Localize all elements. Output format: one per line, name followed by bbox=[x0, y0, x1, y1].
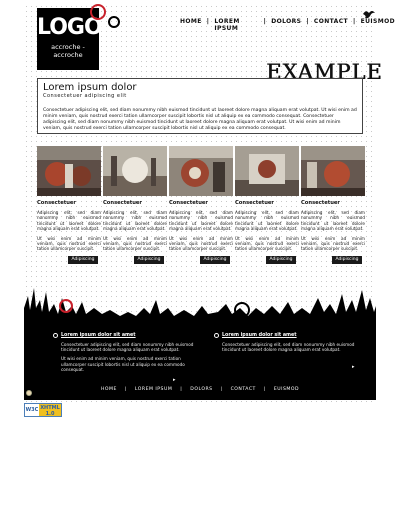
column-photo[interactable] bbox=[103, 146, 167, 196]
column-text: Ut wisi enim ad minim veniam, quis nostr… bbox=[301, 235, 365, 252]
nav-home[interactable]: HOME bbox=[175, 18, 207, 32]
footer: Lorem ipsum dolor sit amet Consectetuer … bbox=[24, 325, 376, 400]
feature-column: Consectetuer Adipiscing elit, sed diam n… bbox=[169, 146, 233, 264]
feature-column: Consectetuer Adipiscing elit, sed diam n… bbox=[235, 146, 299, 264]
footer-nav-separator: | bbox=[263, 387, 266, 392]
column-text: Adipiscing elit, sed diam nonummy nibh e… bbox=[37, 210, 101, 232]
footer-block-text: Consectetuer adipiscing elit, sed diam n… bbox=[61, 342, 194, 353]
column-title: Consectetuer bbox=[301, 200, 340, 206]
column-title: Consectetuer bbox=[37, 200, 76, 206]
grass-silhouette bbox=[24, 288, 376, 328]
column-photo[interactable] bbox=[235, 146, 299, 196]
adipiscing-button[interactable]: Adipiscing bbox=[332, 256, 362, 264]
footer-nav-separator: | bbox=[220, 387, 223, 392]
w3c-xhtml-badge[interactable]: W3C XHTML 1.0 bbox=[24, 403, 62, 417]
column-text: Ut wisi enim ad minim veniam, quis nostr… bbox=[103, 235, 167, 252]
column-text: Adipiscing elit, sed diam nonummy nibh e… bbox=[301, 210, 365, 232]
footer-block-text: Ut wisi enim ad minim veniam, quis nostr… bbox=[61, 356, 185, 372]
column-photo[interactable] bbox=[37, 146, 101, 196]
nav-lorem-ipsum[interactable]: LOREM IPSUM bbox=[209, 18, 263, 32]
intro-box: Lorem ipsum dolor Consectetuer adipiscin… bbox=[37, 78, 363, 134]
circle-bullet-icon bbox=[53, 333, 58, 338]
footer-block-title[interactable]: Lorem ipsum dolor sit amet bbox=[222, 333, 362, 338]
footer-nav-separator: | bbox=[124, 387, 127, 392]
nav-dolors[interactable]: DOLORS bbox=[266, 18, 306, 32]
column-text: Ut wisi enim ad minim veniam, quis nostr… bbox=[169, 235, 233, 252]
adipiscing-button[interactable]: Adipiscing bbox=[200, 256, 230, 264]
red-ring-decoration bbox=[90, 4, 106, 20]
intro-title: Lorem ipsum dolor bbox=[43, 82, 137, 93]
feature-column: Consectetuer Adipiscing elit, sed diam n… bbox=[103, 146, 167, 264]
column-title: Consectetuer bbox=[169, 200, 208, 206]
back-to-top-icon[interactable] bbox=[26, 390, 32, 396]
footer-nav-euismod[interactable]: EUISMOD bbox=[271, 387, 302, 392]
site-logo[interactable]: LOGO accroche - accroche bbox=[37, 8, 103, 70]
intro-body: Consectetuer adipiscing elit, sed diam n… bbox=[43, 108, 357, 131]
arrow-right-icon[interactable]: ▸ bbox=[173, 377, 176, 383]
adipiscing-button[interactable]: Adipiscing bbox=[266, 256, 296, 264]
footer-block-1: Lorem ipsum dolor sit amet Consectetuer … bbox=[53, 333, 201, 383]
feature-column: Consectetuer Adipiscing elit, sed diam n… bbox=[37, 146, 101, 264]
footer-block-2: Lorem ipsum dolor sit amet Consectetuer … bbox=[214, 333, 362, 370]
column-text: Ut wisi enim ad minim veniam, quis nostr… bbox=[235, 235, 299, 252]
column-photo[interactable] bbox=[301, 146, 365, 196]
badge-w3c: W3C bbox=[25, 404, 39, 416]
footer-nav-contact[interactable]: CONTACT bbox=[228, 387, 259, 392]
feature-columns: Consectetuer Adipiscing elit, sed diam n… bbox=[37, 146, 365, 264]
main-nav: HOME | LOREM IPSUM | DOLORS | CONTACT | … bbox=[175, 18, 400, 32]
feature-column: Consectetuer Adipiscing elit, sed diam n… bbox=[301, 146, 365, 264]
column-title: Consectetuer bbox=[235, 200, 274, 206]
footer-block-text: Consectetuer adipiscing elit, sed diam n… bbox=[222, 342, 355, 353]
column-photo[interactable] bbox=[169, 146, 233, 196]
adipiscing-button[interactable]: Adipiscing bbox=[68, 256, 98, 264]
footer-nav: HOME | LOREM IPSUM | DOLORS | CONTACT | … bbox=[24, 387, 376, 392]
badge-version: 1.0 bbox=[45, 411, 55, 417]
column-text: Adipiscing elit, sed diam nonummy nibh e… bbox=[103, 210, 167, 232]
adipiscing-button[interactable]: Adipiscing bbox=[134, 256, 164, 264]
column-text: Ut wisi enim ad minim veniam, quis nostr… bbox=[37, 235, 101, 252]
footer-block-title[interactable]: Lorem ipsum dolor sit amet bbox=[61, 333, 201, 338]
logo-title: LOGO bbox=[37, 15, 103, 40]
intro-subtitle: Consectetuer adipiscing elit bbox=[43, 93, 127, 99]
bird-icon bbox=[363, 11, 375, 19]
black-ring-decoration bbox=[108, 16, 120, 28]
column-title: Consectetuer bbox=[103, 200, 142, 206]
column-text: Adipiscing elit, sed diam nonummy nibh e… bbox=[169, 210, 233, 232]
footer-nav-separator: | bbox=[180, 387, 183, 392]
nav-contact[interactable]: CONTACT bbox=[309, 18, 353, 32]
footer-nav-dolors[interactable]: DOLORS bbox=[187, 387, 215, 392]
footer-nav-home[interactable]: HOME bbox=[98, 387, 120, 392]
footer-nav-lorem-ipsum[interactable]: LOREM IPSUM bbox=[132, 387, 175, 392]
arrow-right-icon[interactable]: ▸ bbox=[352, 364, 355, 370]
circle-bullet-icon bbox=[214, 333, 219, 338]
column-text: Adipiscing elit, sed diam nonummy nibh e… bbox=[235, 210, 299, 232]
nav-euismod[interactable]: EUISMOD bbox=[356, 18, 400, 32]
badge-xhtml: XHTML 1.0 bbox=[39, 404, 61, 417]
logo-tagline: accroche - accroche bbox=[51, 43, 85, 59]
